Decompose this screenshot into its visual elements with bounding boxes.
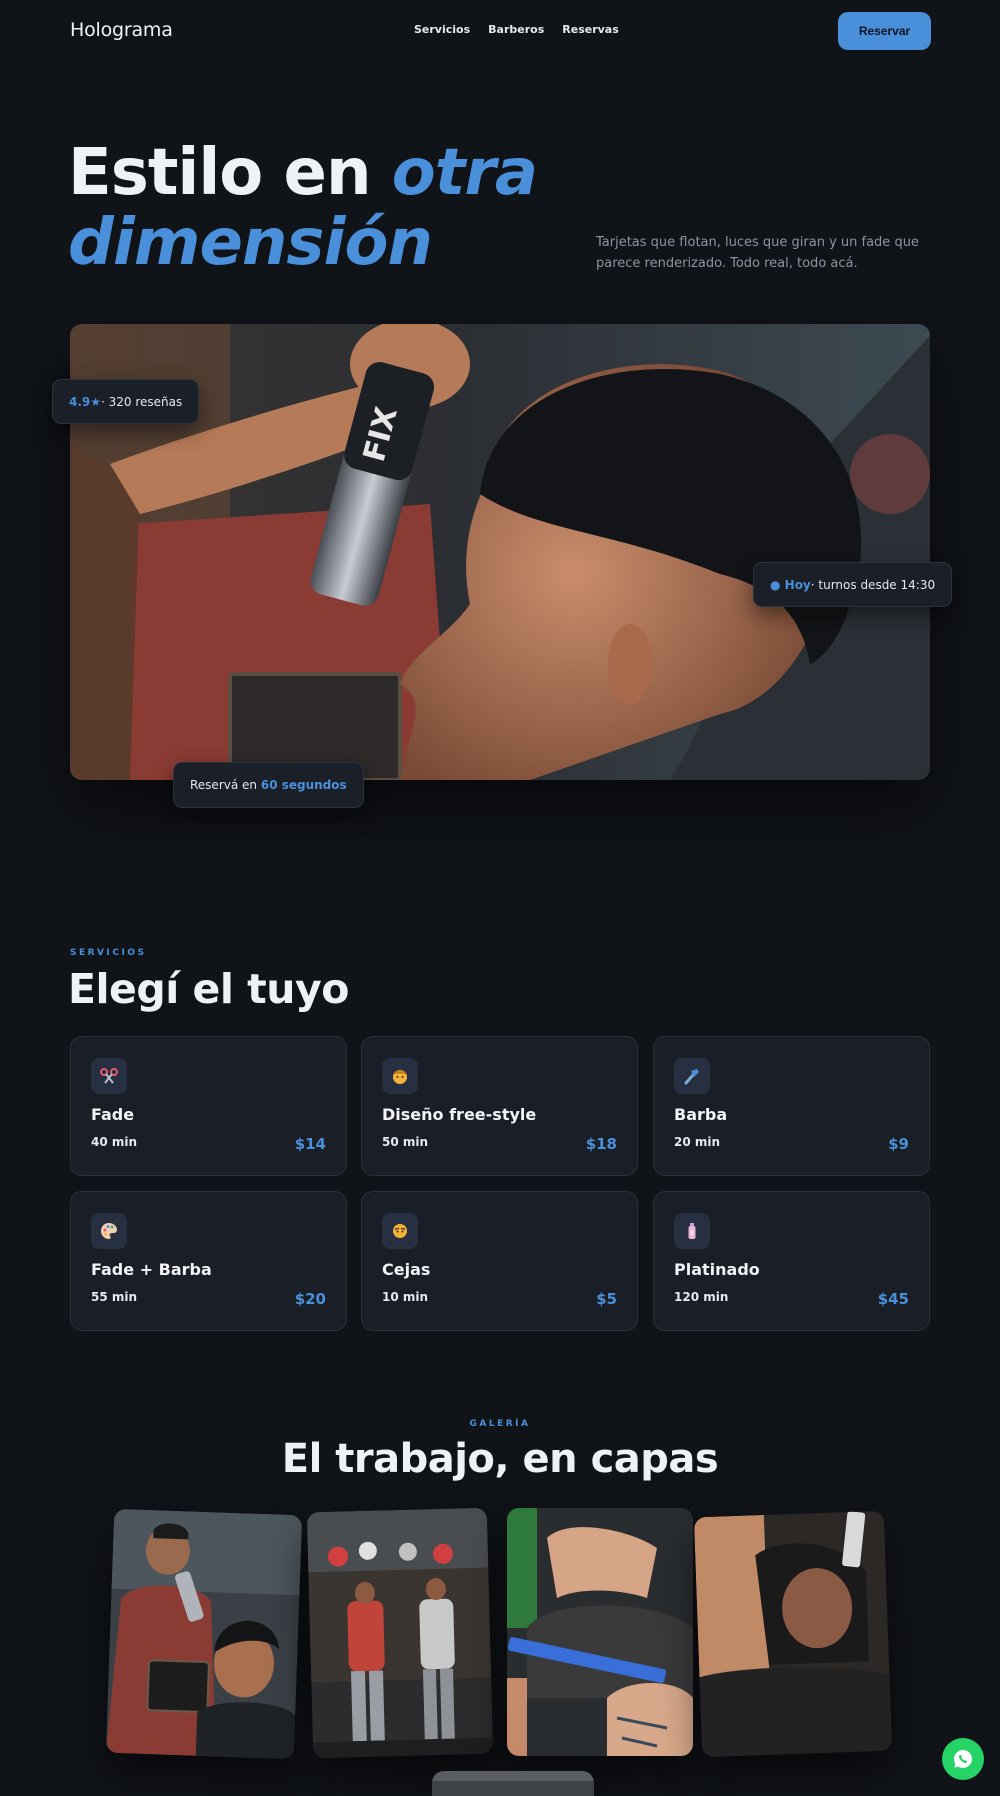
gallery-extra-photo [432, 1771, 594, 1796]
service-price: $5 [596, 1290, 617, 1308]
reserve-button[interactable]: Reservar [838, 12, 931, 50]
razor-icon [674, 1058, 710, 1094]
service-duration: 40 min [91, 1135, 138, 1149]
nav-link-barberos[interactable]: Barberos [488, 23, 544, 36]
services-eyebrow: SERVICIOS [70, 948, 147, 958]
service-price: $9 [888, 1135, 909, 1153]
gallery-title: El trabajo, en capas [281, 1436, 719, 1482]
nav-link-reservas[interactable]: Reservas [562, 23, 619, 36]
rating-text: · 320 reseñas [101, 394, 183, 409]
rating-chip: 4.9★ · 320 reseñas [52, 379, 200, 424]
barbershop-interior-photo [306, 1507, 494, 1759]
service-price: $14 [294, 1135, 326, 1153]
service-duration: 10 min [382, 1290, 429, 1304]
gallery-photo-1[interactable] [105, 1508, 303, 1760]
razor-detail-photo [693, 1510, 893, 1758]
service-duration: 20 min [674, 1135, 721, 1149]
availability-today: ● Hoy [770, 577, 811, 592]
hero-title: Estilo en otra dimensión [68, 136, 538, 280]
service-card-cejas[interactable]: Cejas 10 min $5 [361, 1191, 638, 1331]
brand-logo[interactable]: Holograma [70, 19, 173, 41]
service-name: Platinado [674, 1260, 760, 1279]
whatsapp-icon [954, 1750, 972, 1768]
services-title: Elegí el tuyo [68, 965, 349, 1013]
service-name: Barba [674, 1105, 728, 1124]
scissors-icon [91, 1058, 127, 1094]
service-name: Cejas [382, 1260, 431, 1279]
service-price: $18 [585, 1135, 617, 1153]
whatsapp-button[interactable] [942, 1738, 984, 1780]
service-card-platinado[interactable]: Platinado 120 min $45 [653, 1191, 930, 1331]
service-card-diseno[interactable]: Diseño free-style 50 min $18 [361, 1036, 638, 1176]
haircut-comb-photo [507, 1508, 693, 1756]
gallery-photo-3[interactable] [507, 1508, 693, 1756]
booking-text: Reservá en [190, 778, 258, 792]
bottle-icon [674, 1213, 710, 1249]
palette-icon [91, 1213, 127, 1249]
top-nav: Holograma Servicios Barberos Reservas Re… [0, 0, 1000, 62]
hero-subtitle: Tarjetas que flotan, luces que giran y u… [596, 235, 919, 271]
availability-text: · turnos desde 14:30 [810, 577, 936, 592]
gallery-photo-4[interactable] [693, 1510, 893, 1758]
booking-time: 60 segundos [260, 778, 347, 792]
man-face-icon [382, 1058, 418, 1094]
face-icon [382, 1213, 418, 1249]
service-card-fade[interactable]: Fade 40 min $14 [70, 1036, 347, 1176]
service-name: Fade [91, 1105, 135, 1124]
gallery-eyebrow: GALERÍA [469, 1419, 531, 1429]
service-duration: 55 min [91, 1290, 138, 1304]
service-card-barba[interactable]: Barba 20 min $9 [653, 1036, 930, 1176]
service-price: $45 [877, 1290, 909, 1308]
hero-title-accent-2: dimensión [68, 206, 433, 280]
rating-value: 4.9★ [69, 394, 102, 409]
service-duration: 120 min [674, 1290, 729, 1304]
service-name: Fade + Barba [91, 1260, 212, 1279]
service-price: $20 [294, 1290, 326, 1308]
nav-links: Servicios Barberos Reservas [414, 23, 619, 36]
service-card-fade-barba[interactable]: Fade + Barba 55 min $20 [70, 1191, 347, 1331]
availability-chip: ● Hoy · turnos desde 14:30 [753, 562, 953, 607]
service-duration: 50 min [382, 1135, 429, 1149]
hero-title-plain: Estilo en [68, 136, 392, 210]
nav-link-servicios[interactable]: Servicios [414, 23, 470, 36]
service-name: Diseño free-style [382, 1105, 537, 1124]
booking-chip: Reservá en 60 segundos [173, 762, 364, 808]
hero-title-accent-1: otra [391, 136, 538, 210]
gallery-photo-2[interactable] [306, 1507, 494, 1759]
gallery-photo-5[interactable] [432, 1771, 594, 1796]
barber-spray-photo [105, 1508, 303, 1760]
